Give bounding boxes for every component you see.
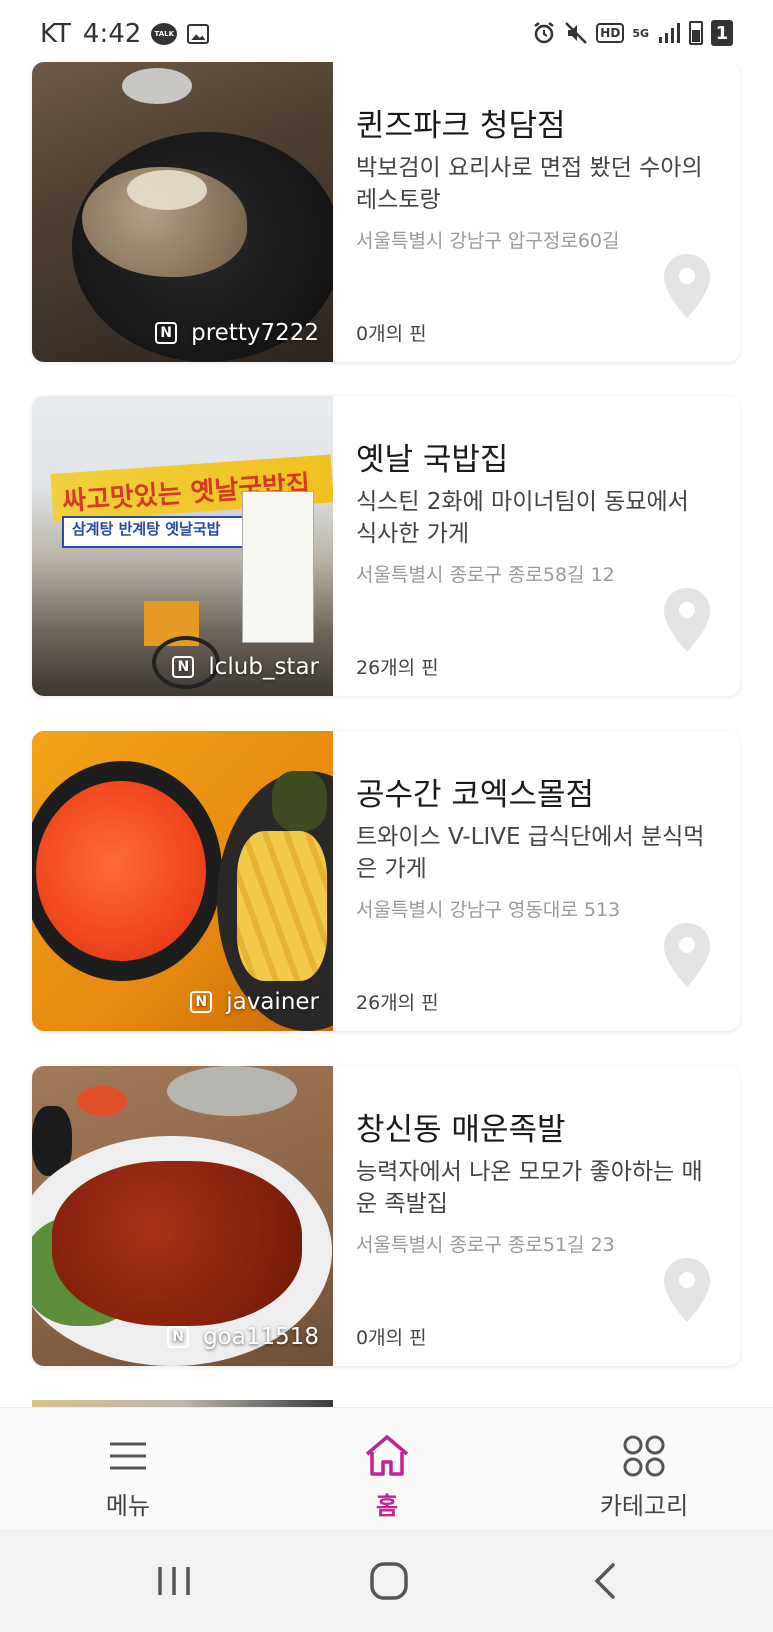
- map-pin-icon[interactable]: [662, 921, 712, 989]
- recent-apps-icon[interactable]: [150, 1559, 198, 1603]
- sim-indicator: 1: [711, 20, 733, 46]
- place-description: 트와이스 V-LIVE 급식단에서 분식먹은 가게: [356, 824, 705, 882]
- place-card[interactable]: 싸고맛있는 옛날국밥집 삼계탕 반계탕 옛날국밥 N lclub_star 옛날…: [32, 396, 740, 696]
- home-button-icon[interactable]: [365, 1559, 413, 1603]
- home-icon: [365, 1435, 409, 1476]
- status-left: KT 4:42 TALK: [40, 19, 210, 49]
- place-info: 공수간 코엑스몰점 트와이스 V-LIVE 급식단에서 분식먹은 가게 서울특별…: [356, 731, 740, 1031]
- map-pin-icon[interactable]: [662, 586, 712, 654]
- place-address: 서울특별시 강남구 영동대로 513: [356, 899, 621, 921]
- photo-credit-username: lclub_star: [208, 654, 319, 680]
- signal-icon: [659, 23, 680, 43]
- place-card[interactable]: N javainer 공수간 코엑스몰점 트와이스 V-LIVE 급식단에서 분…: [32, 731, 740, 1031]
- photo-credit: N goa11518: [167, 1324, 319, 1350]
- category-grid-icon: [623, 1435, 665, 1477]
- naver-n-icon: N: [167, 1326, 190, 1348]
- naver-n-icon: N: [190, 991, 213, 1013]
- system-navigation-bar: [0, 1529, 773, 1632]
- place-name: 창신동 매운족발: [356, 1112, 566, 1148]
- battery-icon: [689, 21, 703, 45]
- photo-credit-username: goa11518: [203, 1324, 319, 1350]
- place-card[interactable]: N goa11518 창신동 매운족발 능력자에서 나온 모모가 좋아하는 매운…: [32, 1066, 740, 1366]
- place-photo: N javainer: [32, 731, 333, 1031]
- nav-menu[interactable]: 메뉴: [68, 1432, 188, 1521]
- place-description: 박보검이 요리사로 면접 봤던 수아의 레스토랑: [356, 155, 703, 213]
- place-photo: N pretty7222: [32, 62, 333, 362]
- hamburger-menu-icon: [110, 1442, 146, 1470]
- place-name: 공수간 코엑스몰점: [356, 777, 595, 813]
- place-name: 퀸즈파크 청담점: [356, 108, 566, 144]
- place-photo: [32, 1400, 333, 1407]
- photo-credit: N javainer: [190, 989, 319, 1015]
- place-info: 옛날 국밥집 식스틴 2화에 마이너팀이 동묘에서 식사한 가게 서울특별시 종…: [356, 396, 740, 696]
- naver-n-icon: N: [172, 656, 195, 678]
- carrier-label: KT: [40, 19, 71, 49]
- pin-count: 26개의 핀: [356, 992, 439, 1014]
- alarm-icon: [534, 22, 555, 44]
- map-pin-icon[interactable]: [662, 252, 712, 320]
- gallery-notification-icon: [187, 24, 210, 44]
- map-pin-icon[interactable]: [662, 1256, 712, 1324]
- pin-count: 26개의 핀: [356, 657, 439, 679]
- naver-n-icon: N: [155, 322, 178, 344]
- status-right: HD 5G 1: [532, 20, 733, 46]
- back-icon[interactable]: [583, 1559, 631, 1603]
- photo-credit-username: javainer: [226, 989, 319, 1015]
- place-name: 옛날 국밥집: [356, 442, 509, 478]
- pin-count: 0개의 핀: [356, 323, 427, 345]
- place-address: 서울특별시 종로구 종로51길 23: [356, 1234, 615, 1256]
- nav-home-label: 홈: [375, 1492, 399, 1520]
- nav-category-label: 카테고리: [599, 1492, 689, 1520]
- photo-credit: N lclub_star: [172, 654, 319, 680]
- place-card-partial[interactable]: [32, 1400, 740, 1407]
- place-list: N pretty7222 퀸즈파크 청담점 박보검이 요리사로 면접 봤던 수아…: [0, 0, 773, 1407]
- photo-credit: N pretty7222: [155, 320, 319, 346]
- place-description: 식스틴 2화에 마이너팀이 동묘에서 식사한 가게: [356, 489, 689, 547]
- place-info: 창신동 매운족발 능력자에서 나온 모모가 좋아하는 매운 족발집 서울특별시 …: [356, 1066, 740, 1366]
- bottom-navigation: 메뉴 홈 카테고리: [0, 1407, 773, 1530]
- nav-category[interactable]: 카테고리: [584, 1432, 704, 1521]
- hd-voice-icon: HD: [596, 23, 625, 43]
- photo-sub-sign-text: 삼계탕 반계탕 옛날국밥: [72, 520, 221, 538]
- place-info: 퀸즈파크 청담점 박보검이 요리사로 면접 봤던 수아의 레스토랑 서울특별시 …: [356, 62, 740, 362]
- kakaotalk-notification-icon: TALK: [151, 23, 178, 45]
- network-5g-icon: 5G: [632, 26, 649, 40]
- status-bar: KT 4:42 TALK HD 5G 1: [0, 0, 773, 62]
- place-address: 서울특별시 강남구 압구정로60길: [356, 230, 620, 252]
- mute-icon: [565, 22, 588, 44]
- place-card[interactable]: N pretty7222 퀸즈파크 청담점 박보검이 요리사로 면접 봤던 수아…: [32, 62, 740, 362]
- photo-credit-username: pretty7222: [191, 320, 319, 346]
- place-photo: 싸고맛있는 옛날국밥집 삼계탕 반계탕 옛날국밥 N lclub_star: [32, 396, 333, 696]
- nav-home[interactable]: 홈: [327, 1432, 447, 1521]
- pin-count: 0개의 핀: [356, 1327, 427, 1349]
- nav-menu-label: 메뉴: [105, 1492, 151, 1520]
- place-address: 서울특별시 종로구 종로58길 12: [356, 564, 615, 586]
- clock: 4:42: [82, 19, 142, 49]
- place-photo: N goa11518: [32, 1066, 333, 1366]
- place-description: 능력자에서 나온 모모가 좋아하는 매운 족발집: [356, 1159, 703, 1217]
